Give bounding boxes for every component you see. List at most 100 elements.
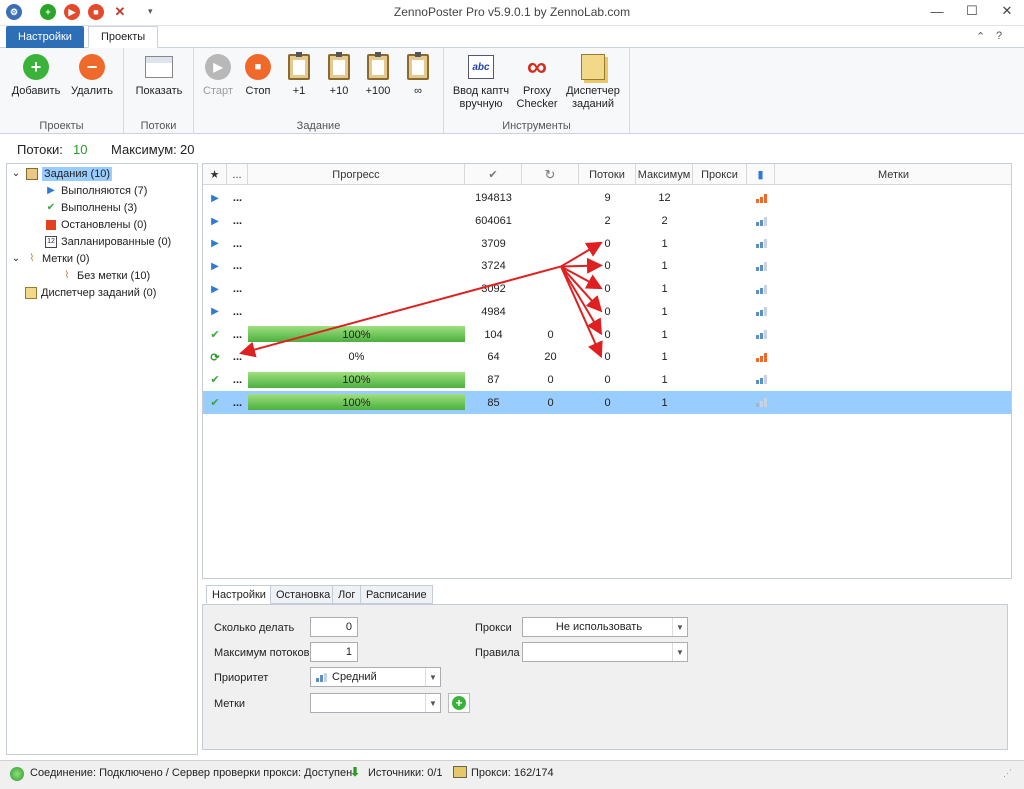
tab-projects[interactable]: Проекты — [88, 26, 159, 48]
chevron-down-icon[interactable]: ▼ — [425, 668, 440, 686]
group-label-threads: Потоки — [140, 120, 177, 132]
delete-button[interactable]: − Удалить — [66, 52, 118, 98]
threads-value: 10 — [73, 142, 88, 157]
show-button[interactable]: Показать — [130, 52, 188, 98]
help-icon[interactable]: ? — [996, 30, 1002, 42]
add-label: Добавить — [11, 85, 61, 97]
add-label-button[interactable]: + — [448, 693, 470, 713]
group-projects: + Добавить − Удалить Проекты — [0, 48, 124, 134]
chevron-down-icon[interactable]: ▼ — [425, 694, 440, 712]
annotation-arrow — [239, 265, 562, 358]
windows-icon — [145, 56, 173, 78]
clipboard-icon — [26, 167, 38, 180]
max-threads-input[interactable]: 1 — [310, 642, 358, 662]
show-label: Показать — [135, 85, 183, 97]
tree-node-stopped[interactable]: Остановлены (0) — [45, 216, 147, 233]
tab-log[interactable]: Лог — [332, 585, 362, 604]
start-icon: ▶ — [205, 54, 231, 80]
start-label: Старт — [203, 85, 233, 97]
expand-arrow-icon[interactable]: ⌄ — [10, 168, 22, 180]
dispatcher-icon — [25, 286, 37, 299]
dispatcher-button[interactable]: Диспетчер заданий — [562, 52, 624, 111]
sources-status[interactable]: Источники: 0/1 — [368, 767, 443, 779]
stop-button[interactable]: ■ Стоп — [240, 52, 276, 98]
rules-label: Правила — [475, 647, 520, 659]
tree-label: Запланированные (0) — [61, 235, 172, 248]
proxy-value: Не использовать — [555, 621, 643, 633]
resize-grip-icon[interactable]: ⋰ — [1003, 768, 1012, 779]
play-icon: ▶ — [47, 185, 55, 196]
tree-node-labels[interactable]: ⌄ ⌇ Метки (0) — [10, 250, 90, 267]
plus10-button[interactable]: +10 — [322, 52, 356, 98]
connection-status: Соединение: Подключено / Сервер проверки… — [30, 767, 353, 779]
tag-icon: ⌇ — [64, 270, 70, 281]
max-label: Максимум: — [111, 142, 177, 157]
proxy-checker-button[interactable]: ∞ Proxy Checker — [514, 52, 560, 111]
collapse-ribbon-icon[interactable]: ⌃ — [976, 30, 985, 43]
tree-label: Диспетчер заданий (0) — [41, 286, 157, 299]
priority-select[interactable]: Средний ▼ — [310, 667, 441, 687]
tab-stop[interactable]: Остановка — [270, 585, 337, 604]
tree-node-done[interactable]: ✔ Выполнены (3) — [45, 199, 137, 216]
expand-arrow-icon[interactable]: ⌄ — [10, 253, 22, 265]
infinity-button[interactable]: ∞ — [400, 52, 436, 98]
tree-label: Задания (10) — [42, 166, 113, 181]
tree-label: Остановлены (0) — [61, 218, 147, 231]
tree-node-scheduled[interactable]: 12 Запланированные (0) — [45, 233, 171, 250]
clipboard-icon — [407, 52, 429, 80]
priority-label: Приоритет — [214, 672, 269, 684]
group-label-tools: Инструменты — [502, 120, 571, 132]
window-title: ZennoPoster Pro v5.9.0.1 by ZennoLab.com — [393, 5, 631, 19]
proxy-server-icon — [453, 766, 467, 778]
plus-icon: + — [452, 696, 466, 710]
proxy-select[interactable]: Не использовать ▼ — [522, 617, 688, 637]
documents-icon — [581, 54, 605, 80]
labels-label: Метки — [214, 698, 246, 710]
proxy-label: Прокси — [475, 622, 512, 634]
rules-select[interactable]: ▼ — [522, 642, 688, 662]
infinity-label: ∞ — [414, 85, 422, 97]
tree-label: Метки (0) — [42, 252, 90, 265]
tree-node-tasks[interactable]: ⌄ Задания (10) — [10, 165, 113, 182]
tree-node-dispatcher[interactable]: Диспетчер заданий (0) — [25, 284, 156, 301]
maximize-button[interactable]: ☐ — [955, 0, 989, 22]
tab-schedule[interactable]: Расписание — [360, 585, 433, 604]
ribbon: + Добавить − Удалить Проекты Показать По… — [0, 48, 1024, 134]
proxies-status[interactable]: Прокси: 162/174 — [471, 767, 554, 779]
tree-node-running[interactable]: ▶ Выполняются (7) — [45, 182, 147, 199]
start-button[interactable]: ▶ Старт — [200, 52, 236, 98]
plus100-button[interactable]: +100 — [360, 52, 396, 98]
captcha-label-1: Ввод каптч — [452, 85, 510, 97]
close-button[interactable]: ✕ — [990, 0, 1024, 22]
group-tools: abc Ввод каптч вручную ∞ Proxy Checker Д… — [444, 48, 630, 134]
plus10-label: +10 — [329, 85, 349, 97]
minus-icon: − — [79, 54, 105, 80]
how-many-input[interactable]: 0 — [310, 617, 358, 637]
tab-settings[interactable]: Настройки — [6, 26, 84, 48]
priority-value: Средний — [332, 671, 377, 683]
ribbon-tab-row: Настройки Проекты ⌃ ? — [0, 26, 1024, 48]
group-label-task: Задание — [296, 120, 341, 132]
tab-task-settings[interactable]: Настройки — [206, 585, 272, 604]
minimize-button[interactable]: — — [920, 0, 954, 22]
plus100-label: +100 — [365, 85, 391, 97]
captcha-icon: abc — [468, 55, 494, 79]
clipboard-icon — [328, 52, 350, 80]
labels-select[interactable]: ▼ — [310, 693, 441, 713]
annotation-arrow — [560, 241, 603, 268]
tree-node-no-label[interactable]: ⌇ Без метки (10) — [61, 267, 151, 284]
delete-label: Удалить — [71, 85, 113, 97]
chevron-down-icon[interactable]: ▼ — [672, 618, 687, 636]
plus1-label: +1 — [292, 85, 306, 97]
add-button[interactable]: + Добавить — [10, 52, 62, 98]
group-label-projects: Проекты — [39, 120, 84, 132]
plus1-button[interactable]: +1 — [282, 52, 316, 98]
infinity-loop-icon: ∞ — [527, 51, 547, 82]
threads-label: Потоки: — [17, 142, 63, 157]
check-icon: ✔ — [46, 202, 56, 213]
clipboard-icon — [288, 52, 310, 80]
chevron-down-icon[interactable]: ▼ — [672, 643, 687, 661]
tree-label: Выполняются (7) — [61, 184, 148, 197]
annotation-arrows — [239, 241, 603, 359]
captcha-button[interactable]: abc Ввод каптч вручную — [450, 52, 512, 111]
